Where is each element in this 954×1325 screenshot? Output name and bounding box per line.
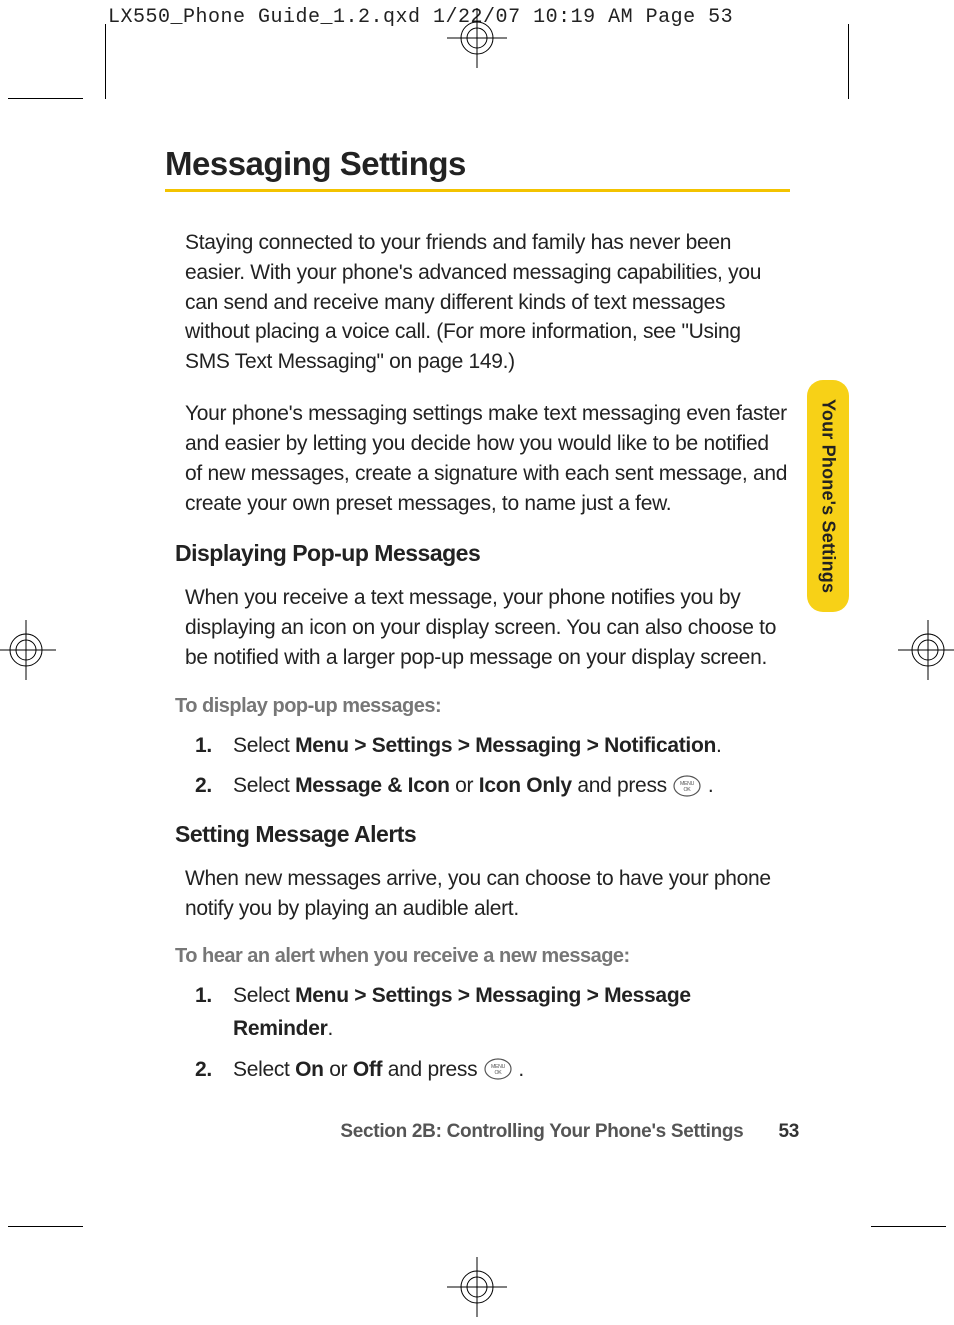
step-number: 1. (195, 980, 233, 1013)
step-number: 1. (195, 730, 233, 763)
text: and press (382, 1058, 483, 1081)
alerts-instruction-label: To hear an alert when you receive a new … (175, 945, 790, 968)
list-item: 1. Select Menu > Settings > Messaging > … (195, 980, 790, 1045)
step-text: Select Menu > Settings > Messaging > Mes… (233, 980, 790, 1045)
step-number: 2. (195, 1054, 233, 1087)
registration-mark-icon (447, 1257, 507, 1317)
alerts-steps: 1. Select Menu > Settings > Messaging > … (195, 980, 790, 1086)
alerts-body: When new messages arrive, you can choose… (185, 864, 790, 924)
list-item: 1. Select Menu > Settings > Messaging > … (195, 730, 790, 763)
option: Message & Icon (295, 774, 450, 797)
section-tab-label: Your Phone's Settings (818, 399, 839, 593)
menu-path: Menu > Settings > Messaging > Message Re… (233, 984, 691, 1040)
registration-mark-icon (0, 620, 56, 680)
intro-paragraph-1: Staying connected to your friends and fa… (185, 228, 790, 377)
text: . (702, 774, 713, 797)
popup-body: When you receive a text message, your ph… (185, 583, 790, 672)
text: Select (233, 1058, 295, 1081)
print-slug: LX550_Phone Guide_1.2.qxd 1/22/07 10:19 … (108, 6, 733, 29)
text: or (450, 774, 479, 797)
text: Select (233, 984, 295, 1007)
text: Select (233, 734, 295, 757)
menu-ok-key-icon: MENUOK (672, 774, 702, 798)
crop-mark (8, 98, 83, 99)
text: . (513, 1058, 524, 1081)
section-title: Messaging Settings (165, 145, 790, 192)
list-item: 2. Select Message & Icon or Icon Only an… (195, 770, 790, 803)
crop-mark (8, 1226, 83, 1227)
text: Select (233, 774, 295, 797)
crop-mark (848, 24, 849, 99)
text: and press (572, 774, 673, 797)
text: . (716, 734, 722, 757)
page-body: Messaging Settings Staying connected to … (165, 145, 790, 1104)
menu-ok-key-icon: MENUOK (483, 1057, 513, 1081)
menu-path: Menu > Settings > Messaging > Notificati… (295, 734, 716, 757)
registration-mark-icon (447, 8, 507, 68)
page-footer: Section 2B: Controlling Your Phone's Set… (340, 1121, 799, 1143)
option: Icon Only (479, 774, 572, 797)
intro-paragraph-2: Your phone's messaging settings make tex… (185, 399, 790, 518)
popup-steps: 1. Select Menu > Settings > Messaging > … (195, 730, 790, 803)
step-text: Select Message & Icon or Icon Only and p… (233, 770, 790, 803)
popup-heading: Displaying Pop-up Messages (175, 540, 790, 567)
crop-mark (871, 1226, 946, 1227)
list-item: 2. Select On or Off and press MENUOK . (195, 1054, 790, 1087)
option: On (295, 1058, 324, 1081)
section-tab: Your Phone's Settings (807, 380, 849, 612)
page-number: 53 (778, 1121, 799, 1142)
registration-mark-icon (898, 620, 954, 680)
footer-section-label: Section 2B: Controlling Your Phone's Set… (340, 1121, 743, 1142)
svg-text:OK: OK (494, 1070, 502, 1076)
alerts-heading: Setting Message Alerts (175, 821, 790, 848)
svg-text:OK: OK (684, 787, 692, 793)
step-text: Select Menu > Settings > Messaging > Not… (233, 730, 790, 763)
text: . (327, 1017, 333, 1040)
text: or (324, 1058, 353, 1081)
crop-mark (105, 24, 106, 99)
step-number: 2. (195, 770, 233, 803)
step-text: Select On or Off and press MENUOK . (233, 1054, 790, 1087)
popup-instruction-label: To display pop-up messages: (175, 695, 790, 718)
option: Off (353, 1058, 382, 1081)
